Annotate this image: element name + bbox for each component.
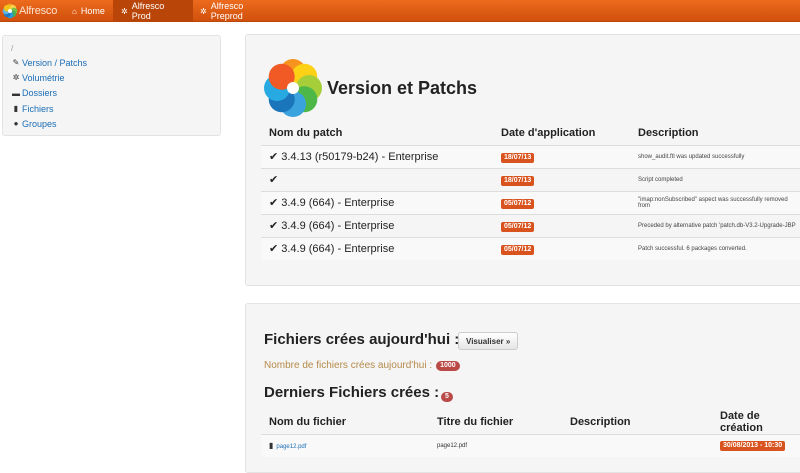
date-badge: 18/07/13 xyxy=(501,153,535,163)
sidebar-item-label: Version / Patchs xyxy=(22,57,88,68)
gear-icon: ✲ xyxy=(121,6,128,16)
nav-alfresco-prod-label: Alfresco Prod xyxy=(131,1,165,21)
alfresco-logo xyxy=(2,3,18,19)
table-row: ✔ 18/07/13 Script completed xyxy=(261,167,800,191)
table-row: ✔ 3.4.13 (r50179-b24) - Enterprise 18/07/… xyxy=(261,144,800,168)
patch-name: 3.4.9 (664) - Enterprise xyxy=(281,220,395,232)
sidebar-item-fichiers[interactable]: ▮ Fichiers xyxy=(11,101,212,116)
sidebar-item-label: Fichiers xyxy=(22,103,54,114)
sidebar-item-volumetrie[interactable]: ✲ Volumétrie xyxy=(11,70,212,85)
sidebar-root: / xyxy=(11,44,14,53)
date-badge: 05/07/12 xyxy=(501,199,535,209)
files-today-title: Fichiers crées aujourd'hui : xyxy=(264,331,460,348)
col-header-file-description: Description xyxy=(570,416,631,428)
file-icon: ▮ xyxy=(13,104,19,114)
file-description xyxy=(562,434,712,457)
file-icon: ▮ xyxy=(269,441,274,451)
patch-name: 3.4.9 (664) - Enterprise xyxy=(281,197,395,209)
latest-files-badge: 5 xyxy=(441,392,453,402)
view-button[interactable]: Visualiser » xyxy=(458,332,519,350)
files-table: Nom du fichier Titre du fichier Descript… xyxy=(261,410,800,457)
files-panel: Fichiers crées aujourd'hui : Visualiser … xyxy=(245,303,800,473)
user-icon: ● xyxy=(13,119,19,129)
gear-icon: ✲ xyxy=(200,6,207,16)
date-badge: 30/08/2013 - 10:30 xyxy=(720,440,786,451)
nav-home-label: Home xyxy=(80,6,105,16)
nav-alfresco-preprod[interactable]: ✲ Alfresco Preprod xyxy=(192,0,282,22)
col-header-file-name: Nom du fichier xyxy=(269,416,347,428)
sidebar-item-label: Volumétrie xyxy=(22,72,65,83)
check-icon: ✔ xyxy=(269,174,279,186)
sidebar-item-dossiers[interactable]: ▬ Dossiers xyxy=(11,86,212,101)
table-row: ▮ page12.pdf page12.pdf 30/08/2013 - 10:3… xyxy=(261,434,800,457)
patch-name: 3.4.9 (664) - Enterprise xyxy=(281,243,395,256)
file-link[interactable]: page12.pdf xyxy=(276,444,306,450)
latest-files-title: Derniers Fichiers crées : xyxy=(264,384,440,401)
files-count-line: Nombre de fichiers crées aujourd'hui : 1… xyxy=(264,360,460,371)
files-count-label: Nombre de fichiers crées aujourd'hui : xyxy=(264,360,433,371)
top-navbar: Alfresco ⌂ Home ✲ Alfresco Prod ✲ Alfres… xyxy=(0,0,800,22)
alfresco-logo xyxy=(264,59,322,117)
col-header-description: Description xyxy=(638,126,699,139)
brand-name: Alfresco xyxy=(19,5,58,17)
nav-alfresco-prod[interactable]: ✲ Alfresco Prod xyxy=(113,0,193,22)
file-title: page12.pdf xyxy=(429,434,562,457)
table-row: ✔ 3.4.9 (664) - Enterprise 05/07/12 Prece… xyxy=(261,213,800,237)
date-badge: 05/07/12 xyxy=(501,222,535,232)
nav-home[interactable]: ⌂ Home xyxy=(64,0,114,22)
patches-title-row: Version et Patchs xyxy=(262,57,477,119)
nav-alfresco-preprod-label: Alfresco Preprod xyxy=(210,1,244,21)
check-icon: ✔ xyxy=(269,220,279,232)
sidebar: / ✎ Version / Patchs ✲ Volumétrie ▬ Doss… xyxy=(2,35,221,136)
sidebar-item-label: Dossiers xyxy=(22,88,58,99)
table-row: ✔ 3.4.9 (664) - Enterprise 05/07/12 "imap… xyxy=(261,190,800,214)
brand[interactable]: Alfresco xyxy=(2,2,57,20)
page-title: Version et Patchs xyxy=(327,77,478,98)
patches-table: Nom du patch Date d'application Descript… xyxy=(261,121,800,260)
patch-name: 3.4.13 (r50179-b24) - Enterprise xyxy=(281,151,439,163)
patch-description: Script completed xyxy=(630,167,800,191)
sidebar-item-label: Groupes xyxy=(22,118,57,129)
patch-description: "imap:nonSubscribed" aspect was successf… xyxy=(630,190,800,214)
date-badge: 05/07/12 xyxy=(501,245,535,256)
sidebar-item-groupes[interactable]: ● Groupes xyxy=(11,116,212,131)
patch-description: show_audit.ftl was updated successfully xyxy=(630,144,800,168)
table-row: ✔ 3.4.9 (664) - Enterprise 05/07/12 Patch… xyxy=(261,236,800,260)
home-icon: ⌂ xyxy=(72,6,77,16)
check-icon: ✔ xyxy=(269,197,279,209)
patch-description: Preceded by alternative patch 'patch.db-… xyxy=(630,213,800,237)
check-icon: ✔ xyxy=(269,243,279,256)
patches-panel: Version et Patchs Nom du patch Date d'ap… xyxy=(245,34,800,286)
col-header-file-title: Titre du fichier xyxy=(437,416,514,428)
folder-icon: ▬ xyxy=(12,88,20,98)
col-header-date: Date d'application xyxy=(501,126,596,139)
files-count-badge: 1000 xyxy=(436,360,460,371)
col-header-patch-name: Nom du patch xyxy=(269,126,343,139)
col-header-creation-date: Date de création xyxy=(720,410,763,434)
wrench-icon: ✎ xyxy=(12,58,20,68)
check-icon: ✔ xyxy=(269,151,279,163)
gear-icon: ✲ xyxy=(12,73,20,83)
date-badge: 18/07/13 xyxy=(501,176,535,186)
sidebar-item-version-patchs[interactable]: ✎ Version / Patchs xyxy=(11,55,212,70)
patch-description: Patch successful. 6 packages converted. xyxy=(630,236,800,260)
